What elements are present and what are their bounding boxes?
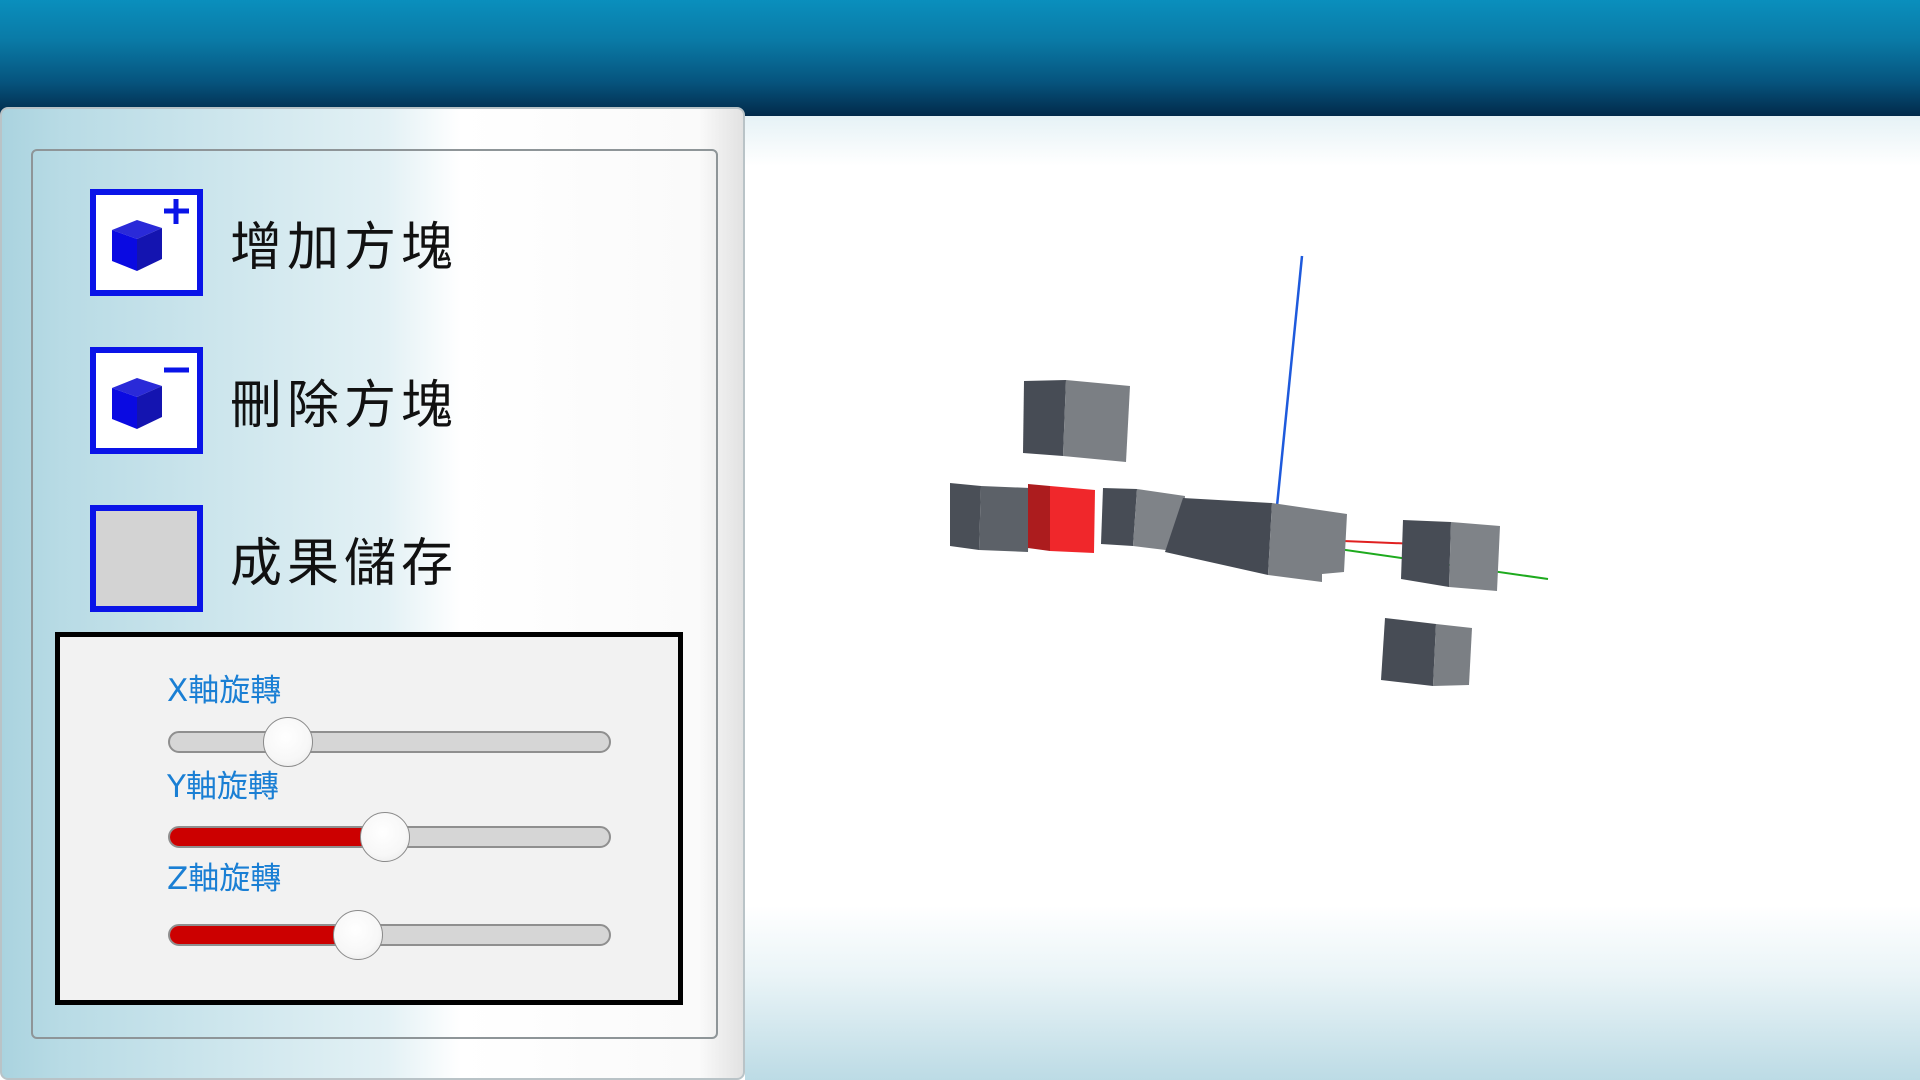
add-block-label: 增加方塊 <box>230 218 459 278</box>
z-rotation-track[interactable] <box>168 924 611 946</box>
3d-viewport[interactable] <box>745 116 1920 1080</box>
save-result-button[interactable]: 成果儲存 <box>90 505 458 612</box>
block-bottom[interactable] <box>1381 618 1472 686</box>
z-rotation-label: Z軸旋轉 <box>167 861 282 897</box>
z-rotation-fill <box>170 926 361 944</box>
block-top[interactable] <box>1023 380 1130 462</box>
block-long-bar[interactable] <box>1165 498 1347 582</box>
y-rotation-thumb[interactable] <box>360 812 411 862</box>
block-right[interactable] <box>1401 520 1500 591</box>
x-rotation-track[interactable] <box>168 731 611 753</box>
save-result-icon-box[interactable] <box>90 505 203 612</box>
cube-minus-icon <box>112 367 189 429</box>
save-result-label: 成果儲存 <box>230 534 459 594</box>
block-selected[interactable] <box>1028 484 1095 553</box>
add-block-button[interactable]: 增加方塊 <box>90 189 458 296</box>
x-rotation-thumb[interactable] <box>262 717 313 767</box>
x-rotation-label: X軸旋轉 <box>167 673 282 709</box>
delete-block-label: 刪除方塊 <box>230 376 459 436</box>
y-rotation-fill <box>170 828 388 846</box>
control-panel: 增加方塊 刪除方塊 成果儲存 X軸旋轉 Y軸旋轉 Z軸旋轉 <box>0 107 745 1080</box>
block-left[interactable] <box>950 483 1030 552</box>
y-rotation-label: Y軸旋轉 <box>167 769 279 805</box>
top-banner <box>0 0 1920 116</box>
z-rotation-thumb[interactable] <box>333 910 384 960</box>
add-block-icon-box[interactable] <box>90 189 203 296</box>
rotation-controls: X軸旋轉 Y軸旋轉 Z軸旋轉 <box>55 632 683 1005</box>
3d-scene[interactable] <box>745 116 1920 1080</box>
cube-plus-icon <box>112 199 189 271</box>
delete-block-icon-box[interactable] <box>90 347 203 454</box>
z-axis-line <box>1274 255 1304 517</box>
delete-block-button[interactable]: 刪除方塊 <box>90 347 458 454</box>
